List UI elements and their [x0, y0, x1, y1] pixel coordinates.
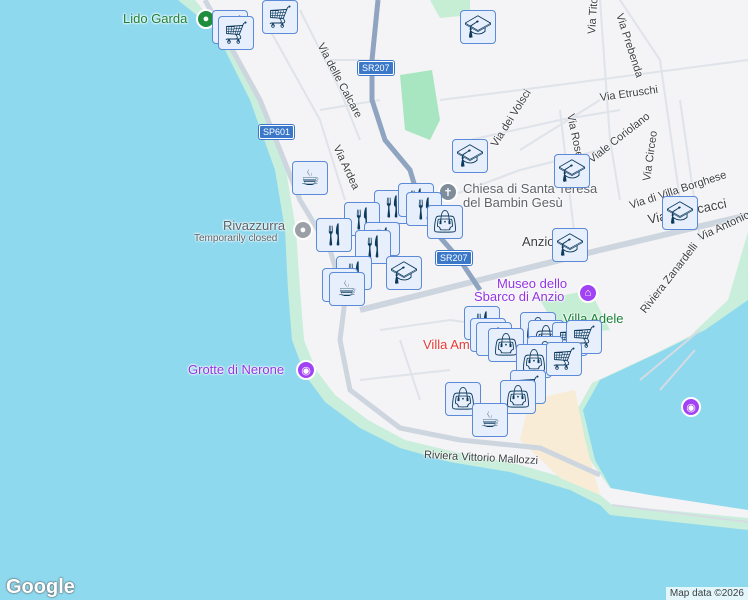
shopping-cart-icon[interactable]: 🛒︎ — [262, 0, 298, 34]
rivazzurra-pin-icon[interactable]: ● — [293, 220, 313, 240]
label-grotte[interactable]: Grotte di Nerone — [188, 362, 284, 377]
camera-pin-icon[interactable]: ◉ — [681, 397, 701, 417]
graduation-cap-icon[interactable]: 🎓︎ — [460, 10, 496, 44]
label-chiesa-2[interactable]: del Bambin Gesù — [463, 195, 563, 210]
restaurant-icon[interactable]: 🍴︎ — [316, 218, 352, 252]
label-villa-am[interactable]: Villa Am — [423, 337, 470, 352]
label-rivazzurra-status: Temporarily closed — [194, 233, 278, 244]
label-lido-garda[interactable]: Lido Garda — [123, 11, 187, 26]
route-shield-sr207: SR207 — [436, 251, 472, 265]
graduation-cap-icon[interactable]: 🎓︎ — [452, 139, 488, 173]
camera-pin-icon[interactable]: ◉ — [296, 360, 316, 380]
route-shield-sr207: SR207 — [358, 61, 394, 75]
graduation-cap-icon[interactable]: 🎓︎ — [552, 228, 588, 262]
coffee-cup-icon[interactable]: ☕︎ — [292, 161, 328, 195]
graduation-cap-icon[interactable]: 🎓︎ — [386, 256, 422, 290]
label-museo-2[interactable]: Sbarco di Anzio — [474, 289, 564, 304]
museum-pin-icon[interactable]: ⌂ — [578, 283, 598, 303]
label-anzio[interactable]: Anzio — [522, 234, 555, 249]
shopping-bag-icon[interactable]: 👜︎ — [427, 205, 463, 239]
shopping-cart-icon[interactable]: 🛒︎ — [218, 16, 254, 50]
shopping-cart-icon[interactable]: 🛒︎ — [546, 342, 582, 376]
route-shield-sp601: SP601 — [259, 125, 295, 139]
coffee-cup-icon[interactable]: ☕︎ — [329, 272, 365, 306]
graduation-cap-icon[interactable]: 🎓︎ — [554, 154, 590, 188]
label-rivazzurra[interactable]: Rivazzurra — [223, 218, 285, 233]
coffee-cup-icon[interactable]: ☕︎ — [472, 403, 508, 437]
map-attribution[interactable]: Map data ©2026 — [665, 587, 748, 600]
graduation-cap-icon[interactable]: 🎓︎ — [662, 196, 698, 230]
google-logo: Google — [6, 576, 75, 598]
